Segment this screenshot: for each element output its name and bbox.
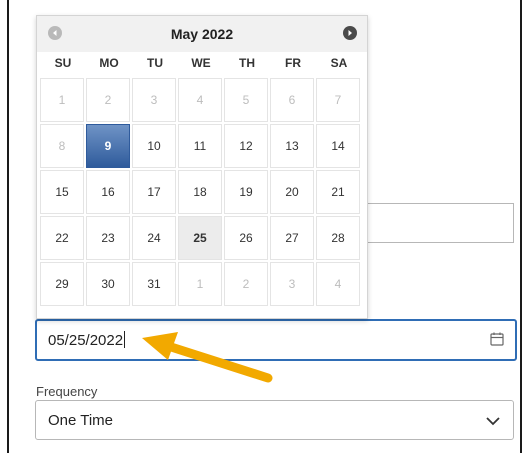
day-cell[interactable]: 23 — [86, 216, 130, 260]
day-cell[interactable]: 27 — [270, 216, 314, 260]
day-cell[interactable]: 29 — [40, 262, 84, 306]
day-cell[interactable]: 21 — [316, 170, 360, 214]
day-cell[interactable]: 16 — [86, 170, 130, 214]
day-cell: 2 — [86, 78, 130, 122]
day-cell: 1 — [40, 78, 84, 122]
calendar-icon[interactable] — [489, 331, 505, 352]
weekday-label: SU — [54, 56, 72, 70]
arrow-pointer-icon — [142, 332, 273, 383]
day-cell: 7 — [316, 78, 360, 122]
day-cell[interactable]: 28 — [316, 216, 360, 260]
day-cell[interactable]: 19 — [224, 170, 268, 214]
day-cell[interactable]: 10 — [132, 124, 176, 168]
day-cell-selected[interactable]: 9 — [86, 124, 130, 168]
weekday-header: SU MO TU WE TH FR SA — [40, 52, 364, 74]
day-cell: 5 — [224, 78, 268, 122]
weekday-label: FR — [285, 56, 301, 70]
month-title: May 2022 — [170, 26, 234, 42]
day-cell[interactable]: 3 — [270, 262, 314, 306]
weekday-label: TH — [239, 56, 255, 70]
weekday-label: SA — [330, 56, 348, 70]
day-cell[interactable]: 31 — [132, 262, 176, 306]
day-cell[interactable]: 15 — [40, 170, 84, 214]
day-cell[interactable]: 30 — [86, 262, 130, 306]
day-cell[interactable]: 14 — [316, 124, 360, 168]
frequency-label: Frequency — [36, 384, 98, 399]
day-cell[interactable]: 13 — [270, 124, 314, 168]
day-cell: 6 — [270, 78, 314, 122]
day-cell[interactable]: 18 — [178, 170, 222, 214]
chevron-down-icon — [485, 413, 501, 434]
day-cell-today[interactable]: 25 — [178, 216, 222, 260]
day-cell[interactable]: 26 — [224, 216, 268, 260]
frequency-select[interactable]: One Time — [35, 400, 514, 440]
day-cell[interactable]: 24 — [132, 216, 176, 260]
calendar-header: May 2022 — [37, 16, 367, 52]
text-caret — [124, 331, 126, 348]
day-cell[interactable]: 22 — [40, 216, 84, 260]
weekday-label: TU — [147, 56, 163, 70]
weekday-label: WE — [191, 56, 211, 70]
weekday-label: MO — [99, 56, 119, 70]
day-cell: 8 — [40, 124, 84, 168]
frame-border-right — [520, 0, 522, 453]
day-cell[interactable]: 2 — [224, 262, 268, 306]
date-picker-popup: May 2022 SU MO TU WE TH FR SA 1 2 3 4 5 6 7 8 9 10 11 12 1… — [36, 15, 368, 319]
day-cell[interactable]: 20 — [270, 170, 314, 214]
day-cell[interactable]: 11 — [178, 124, 222, 168]
day-cell[interactable]: 4 — [316, 262, 360, 306]
day-cell[interactable]: 12 — [224, 124, 268, 168]
frequency-value: One Time — [48, 412, 114, 429]
day-cell[interactable]: 17 — [132, 170, 176, 214]
frame-border-left — [7, 0, 9, 453]
day-cell[interactable]: 1 — [178, 262, 222, 306]
day-cell: 3 — [132, 78, 176, 122]
chevron-right-icon[interactable] — [343, 26, 357, 40]
date-input-value: 05/25/2022 — [48, 331, 126, 349]
day-cell: 4 — [178, 78, 222, 122]
day-grid: 1 2 3 4 5 6 7 8 9 10 11 12 13 14 15 16 17 18 19 20 21 22 23 24 2… — [40, 78, 364, 306]
